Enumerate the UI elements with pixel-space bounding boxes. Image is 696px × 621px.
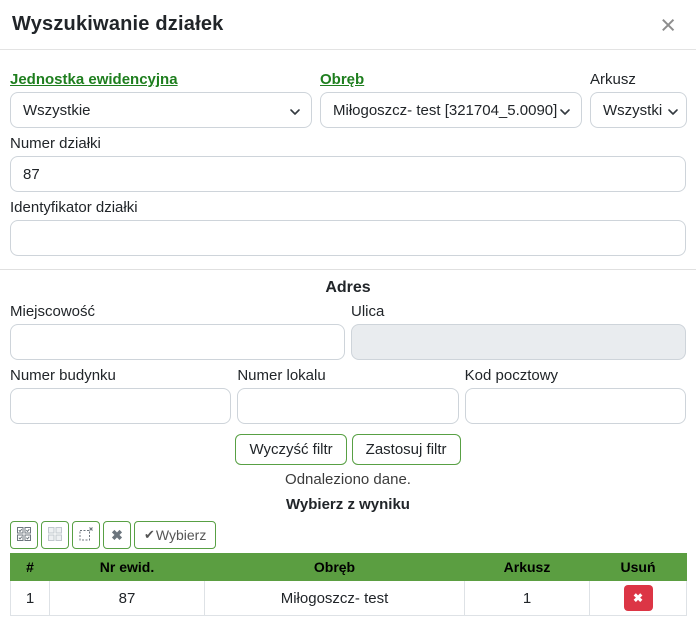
results-table: # Nr ewid. Obręb Arkusz Usuń 1 87 Miłogo… xyxy=(10,553,687,616)
empty-grid-icon xyxy=(47,526,63,545)
jednostka-label[interactable]: Jednostka ewidencyjna xyxy=(10,71,312,88)
adres-row-1: Miejscowość Ulica xyxy=(10,303,686,360)
field-identyfikator: Identyfikator działki xyxy=(10,199,686,256)
numer-lokalu-input[interactable] xyxy=(237,388,458,424)
col-header-obreb: Obręb xyxy=(205,554,465,581)
table-row[interactable]: 1 87 Miłogoszcz- test 1 ✖ xyxy=(11,581,687,616)
col-header-arkusz: Arkusz xyxy=(465,554,590,581)
adres-heading: Adres xyxy=(10,279,686,297)
numer-dzialki-label: Numer działki xyxy=(10,135,686,152)
col-header-nr-ewid: Nr ewid. xyxy=(50,554,205,581)
field-numer-dzialki: Numer działki xyxy=(10,135,686,192)
arkusz-label: Arkusz xyxy=(590,71,687,88)
delete-row-button[interactable]: ✖ xyxy=(624,585,653,611)
numer-lokalu-label: Numer lokalu xyxy=(237,367,458,384)
x-mark-icon: ✖ xyxy=(633,592,643,604)
dialog-body: Jednostka ewidencyjna Wszystkie Obręb Mi… xyxy=(0,50,696,621)
field-jednostka: Jednostka ewidencyjna Wszystkie xyxy=(10,71,312,128)
miejscowosc-label: Miejscowość xyxy=(10,303,345,320)
numer-budynku-label: Numer budynku xyxy=(10,367,231,384)
table-header-row: # Nr ewid. Obręb Arkusz Usuń xyxy=(11,554,687,581)
field-numer-lokalu: Numer lokalu xyxy=(237,367,458,424)
adres-row-2: Numer budynku Numer lokalu Kod pocztowy xyxy=(10,367,686,424)
obreb-select-value: Miłogoszcz- test [321704_5.0090] xyxy=(333,102,557,119)
kod-pocztowy-input[interactable] xyxy=(465,388,686,424)
parcel-search-dialog: Wyszukiwanie działek × Jednostka ewidenc… xyxy=(0,0,696,621)
field-miejscowosc: Miejscowość xyxy=(10,303,345,360)
jednostka-select[interactable]: Wszystkie xyxy=(10,92,312,128)
col-header-index: # xyxy=(11,554,50,581)
deselect-all-button[interactable] xyxy=(41,521,69,549)
select-button-label: Wybierz xyxy=(156,527,206,543)
arkusz-select[interactable]: Wszystki xyxy=(590,92,687,128)
status-text: Odnaleziono dane. xyxy=(10,471,686,488)
identyfikator-input[interactable] xyxy=(10,220,686,256)
dialog-header: Wyszukiwanie działek × xyxy=(0,0,696,50)
filter-selects-row: Jednostka ewidencyjna Wszystkie Obręb Mi… xyxy=(10,71,686,128)
select-all-button[interactable] xyxy=(10,521,38,549)
filter-buttons-row: Wyczyść filtr Zastosuj filtr xyxy=(10,434,686,465)
select-button[interactable]: ✔ Wybierz xyxy=(134,521,216,549)
numer-budynku-input[interactable] xyxy=(10,388,231,424)
clear-selection-button[interactable]: ✖ xyxy=(103,521,131,549)
clear-filter-button[interactable]: Wyczyść filtr xyxy=(235,434,346,465)
miejscowosc-input[interactable] xyxy=(10,324,345,360)
field-ulica: Ulica xyxy=(351,303,686,360)
field-numer-budynku: Numer budynku xyxy=(10,367,231,424)
kod-pocztowy-label: Kod pocztowy xyxy=(465,367,686,384)
cell-index: 1 xyxy=(11,581,50,616)
field-arkusz: Arkusz Wszystki xyxy=(590,71,687,128)
obreb-label[interactable]: Obręb xyxy=(320,71,582,88)
col-header-usun: Usuń xyxy=(590,554,687,581)
field-kod-pocztowy: Kod pocztowy xyxy=(465,367,686,424)
result-heading: Wybierz z wyniku xyxy=(10,496,686,513)
x-mark-icon: ✖ xyxy=(111,527,123,544)
check-icon: ✔ xyxy=(144,527,155,543)
invert-selection-button[interactable] xyxy=(72,521,100,549)
cell-obreb: Miłogoszcz- test xyxy=(205,581,465,616)
chevron-down-icon xyxy=(667,105,679,122)
jednostka-select-value: Wszystkie xyxy=(23,102,91,119)
cell-usun: ✖ xyxy=(590,581,687,616)
close-icon[interactable]: × xyxy=(658,15,678,35)
numer-dzialki-input[interactable] xyxy=(10,156,686,192)
field-obreb: Obręb Miłogoszcz- test [321704_5.0090] xyxy=(320,71,582,128)
checkbox-grid-icon xyxy=(16,526,32,545)
section-divider xyxy=(0,269,696,270)
arkusz-select-value: Wszystki xyxy=(603,102,662,119)
chevron-down-icon xyxy=(289,105,301,122)
cell-nr-ewid: 87 xyxy=(50,581,205,616)
chevron-down-icon xyxy=(559,105,571,122)
dialog-title: Wyszukiwanie działek xyxy=(12,13,224,36)
cell-arkusz: 1 xyxy=(465,581,590,616)
apply-filter-button[interactable]: Zastosuj filtr xyxy=(352,434,461,465)
obreb-select[interactable]: Miłogoszcz- test [321704_5.0090] xyxy=(320,92,582,128)
ulica-label: Ulica xyxy=(351,303,686,320)
selection-toolbar: ✖ ✔ Wybierz xyxy=(10,521,686,549)
identyfikator-label: Identyfikator działki xyxy=(10,199,686,216)
dashed-box-x-icon xyxy=(78,526,94,545)
ulica-input xyxy=(351,324,686,360)
